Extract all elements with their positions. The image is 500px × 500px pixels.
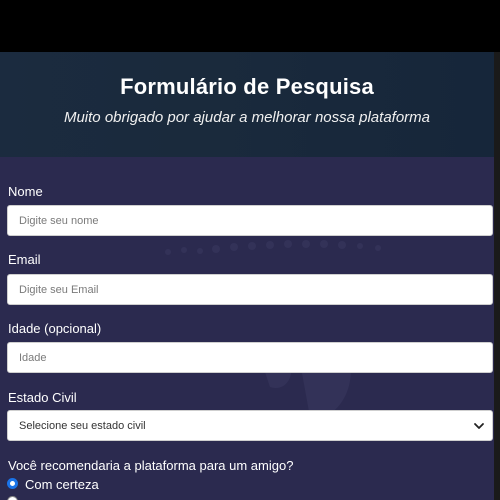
marital-status-label: Estado Civil — [8, 390, 77, 405]
name-input[interactable] — [7, 205, 493, 236]
radio-unchecked-icon[interactable] — [7, 496, 18, 500]
email-input[interactable] — [7, 274, 493, 305]
email-label: Email — [8, 252, 41, 267]
chevron-down-icon — [474, 423, 484, 429]
radio-checked-icon[interactable] — [7, 478, 18, 489]
age-input[interactable] — [7, 342, 493, 373]
survey-page: Formulário de Pesquisa Muito obrigado po… — [0, 52, 494, 500]
marital-status-selected: Selecione seu estado civil — [19, 420, 146, 432]
marital-status-select[interactable]: Selecione seu estado civil — [7, 410, 493, 441]
name-label: Nome — [8, 184, 43, 199]
page-subtitle: Muito obrigado por ajudar a melhorar nos… — [63, 109, 431, 126]
recommend-question: Você recomendaria a plataforma para um a… — [8, 458, 294, 473]
form-header: Formulário de Pesquisa Muito obrigado po… — [0, 52, 494, 157]
page-scrollbar[interactable] — [494, 52, 500, 500]
browser-top-bar — [0, 0, 500, 52]
age-label: Idade (opcional) — [8, 321, 102, 336]
page-title: Formulário de Pesquisa — [120, 74, 374, 99]
recommend-option-label: Com certeza — [25, 477, 99, 492]
